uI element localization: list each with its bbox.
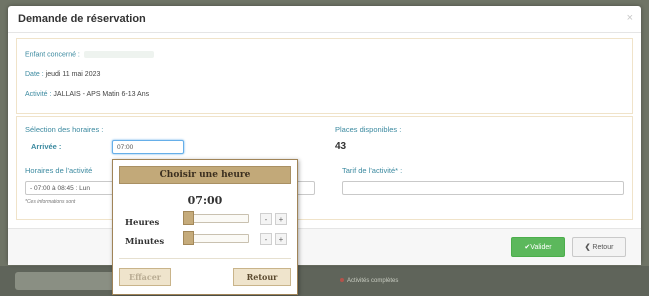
picker-retour-button[interactable]: Retour	[233, 268, 291, 286]
info-panel: Enfant concerné : Date : jeudi 11 mai 20…	[16, 38, 633, 114]
retour-label: Retour	[592, 244, 614, 251]
arrivee-input[interactable]: 07:00	[112, 140, 184, 154]
hours-slider-handle[interactable]	[183, 211, 194, 225]
activite-line: Activité : JALLAIS - APS Matin 6-13 Ans	[25, 91, 149, 98]
effacer-button[interactable]: Effacer	[119, 268, 171, 286]
arrivee-label: Arrivée :	[31, 142, 62, 151]
time-display: 07:00	[187, 194, 223, 207]
time-picker: Choisir une heure 07:00 Heures - + Minut…	[112, 159, 298, 295]
close-icon[interactable]: ×	[627, 12, 633, 24]
info-note: *Ces informations sont	[25, 199, 76, 205]
horaires-panel: Sélection des horaires : Arrivée : 07:00…	[16, 116, 633, 220]
retour-button[interactable]: ❮ Retour	[572, 237, 626, 257]
minutes-slider-handle[interactable]	[183, 231, 194, 245]
minutes-label: Minutes	[125, 237, 165, 247]
modal-footer: ✔Valider ❮ Retour	[8, 228, 641, 265]
date-label: Date :	[25, 71, 44, 78]
minutes-slider[interactable]	[183, 231, 249, 245]
horaires-label: Horaires de l'activité	[25, 166, 93, 175]
date-line: Date : jeudi 11 mai 2023	[25, 71, 100, 78]
selection-label: Sélection des horaires :	[25, 125, 104, 134]
hours-plus-button[interactable]: +	[275, 213, 287, 225]
background-legend: Activités complètes	[340, 278, 398, 284]
hours-minus-button[interactable]: -	[260, 213, 272, 225]
picker-divider	[119, 258, 291, 259]
modal-header: Demande de réservation ×	[8, 6, 641, 33]
tarif-field[interactable]	[342, 181, 624, 195]
valider-label: Valider	[530, 244, 552, 251]
minutes-plus-button[interactable]: +	[275, 233, 287, 245]
legend-dot-icon	[340, 278, 344, 283]
places-value: 43	[335, 141, 347, 152]
chevron-left-icon: ❮	[584, 244, 591, 251]
modal-title: Demande de réservation	[18, 13, 146, 25]
enfant-name-blurred	[83, 51, 154, 58]
background-strip: Activités complètes	[0, 266, 649, 296]
hours-slider[interactable]	[183, 211, 249, 225]
time-picker-header: Choisir une heure	[119, 166, 291, 184]
places-label: Places disponibles :	[335, 125, 402, 134]
enfant-line: Enfant concerné :	[25, 51, 154, 58]
activite-label: Activité :	[25, 91, 52, 98]
hours-label: Heures	[125, 218, 160, 228]
legend-text: Activités complètes	[347, 278, 399, 284]
valider-button[interactable]: ✔Valider	[511, 237, 565, 257]
tarif-label: Tarif de l'activité* :	[342, 166, 403, 175]
activite-value: JALLAIS - APS Matin 6-13 Ans	[53, 91, 150, 98]
date-value: jeudi 11 mai 2023	[45, 71, 101, 78]
enfant-label: Enfant concerné :	[25, 51, 80, 59]
reservation-modal: Demande de réservation × Enfant concerné…	[8, 6, 641, 265]
minutes-minus-button[interactable]: -	[260, 233, 272, 245]
time-picker-title: Choisir une heure	[159, 170, 251, 180]
